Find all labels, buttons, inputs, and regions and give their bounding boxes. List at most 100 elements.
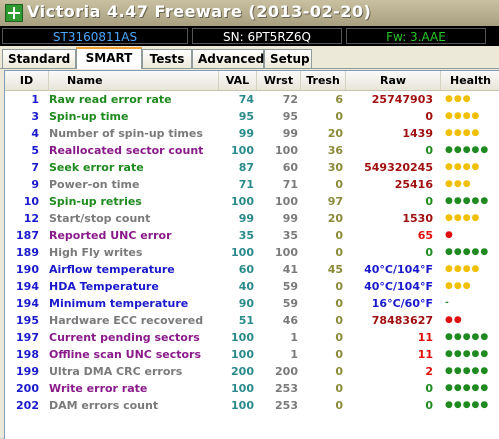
tab-setup[interactable]: Setup	[264, 49, 312, 68]
row-wrst: 72	[282, 93, 298, 106]
title-bar[interactable]: Victoria 4.47 Freeware (2013-02-20)	[0, 0, 499, 26]
row-id: 202	[16, 399, 39, 412]
row-id: 10	[23, 195, 39, 208]
row-id: 1	[31, 93, 39, 106]
table-row[interactable]: 5 Reallocated sector count 100 100 36 0 ●●●●●	[5, 142, 499, 159]
row-health: ●●●	[445, 281, 472, 291]
table-row[interactable]: 12 Start/stop count 99 99 20 1530 ●●●●	[5, 210, 499, 227]
row-name: Hardware ECC recovered	[49, 314, 204, 327]
row-wrst: 1	[290, 331, 298, 344]
row-id: 12	[23, 212, 39, 225]
table-row[interactable]: 3 Spin-up time 95 95 0 0 ●●●●	[5, 108, 499, 125]
header-name[interactable]: Name	[49, 71, 219, 90]
row-name: Reallocated sector count	[49, 144, 204, 157]
table-row[interactable]: 194 HDA Temperature 40 59 0 40°C/104°F ●●●	[5, 278, 499, 295]
window-title: Victoria 4.47 Freeware (2013-02-20)	[27, 2, 372, 21]
row-id: 187	[16, 229, 39, 242]
drive-model[interactable]: ST3160811AS	[2, 28, 188, 44]
row-val: 87	[238, 161, 254, 174]
row-wrst: 59	[282, 297, 298, 310]
row-wrst: 59	[282, 280, 298, 293]
header-val[interactable]: VAL	[219, 71, 257, 90]
table-row[interactable]: 202 DAM errors count 100 253 0 0 ●●●●●	[5, 397, 499, 414]
table-row[interactable]: 7 Seek error rate 87 60 30 549320245 ●●●●	[5, 159, 499, 176]
table-row[interactable]: 9 Power-on time 71 71 0 25416 ●●●	[5, 176, 499, 193]
app-window: Victoria 4.47 Freeware (2013-02-20) ST31…	[0, 0, 499, 439]
row-tresh: 0	[335, 314, 343, 327]
drive-serial: SN: 6PT5RZ6Q	[192, 28, 342, 44]
table-row[interactable]: 10 Spin-up retries 100 100 97 0 ●●●●●	[5, 193, 499, 210]
table-row[interactable]: 189 High Fly writes 100 100 0 0 ●●●●●	[5, 244, 499, 261]
row-name: Reported UNC error	[49, 229, 172, 242]
table-row[interactable]: 200 Write error rate 100 253 0 0 ●●●●●	[5, 380, 499, 397]
row-health: ●●●●●	[445, 247, 490, 257]
row-id: 5	[31, 144, 39, 157]
drive-firmware: Fw: 3.AAE	[346, 28, 486, 44]
table-row[interactable]: 198 Offline scan UNC sectors 100 1 0 11 ●●●●●	[5, 346, 499, 363]
tab-advanced[interactable]: Advanced	[192, 49, 264, 68]
row-tresh: 0	[335, 110, 343, 123]
app-plus-icon	[5, 4, 23, 22]
header-id[interactable]: ID	[5, 71, 49, 90]
row-wrst: 253	[275, 382, 298, 395]
table-row[interactable]: 195 Hardware ECC recovered 51 46 0 78483627 ●●	[5, 312, 499, 329]
row-id: 189	[16, 246, 39, 259]
row-tresh: 0	[335, 365, 343, 378]
row-name: Seek error rate	[49, 161, 144, 174]
table-row[interactable]: 197 Current pending sectors 100 1 0 11 ●●●●●	[5, 329, 499, 346]
row-health: ●●●●●	[445, 332, 490, 342]
table-row[interactable]: 190 Airflow temperature 60 41 45 40°C/104°F ●●…	[5, 261, 499, 278]
row-id: 199	[16, 365, 39, 378]
row-val: 60	[238, 263, 254, 276]
row-name: Start/stop count	[49, 212, 151, 225]
row-id: 4	[31, 127, 39, 140]
row-tresh: 0	[335, 280, 343, 293]
row-tresh: 0	[335, 331, 343, 344]
tab-smart[interactable]: SMART	[76, 47, 142, 69]
row-raw: 2	[425, 365, 433, 378]
row-name: High Fly writes	[49, 246, 143, 259]
row-name: Minimum temperature	[49, 297, 189, 310]
row-val: 71	[238, 178, 254, 191]
row-health: ●●●●●	[445, 400, 490, 410]
row-health: ●●●●	[445, 111, 481, 121]
header-health[interactable]: Health	[441, 71, 499, 90]
row-id: 195	[16, 314, 39, 327]
row-raw: 0	[425, 110, 433, 123]
row-tresh: 0	[335, 348, 343, 361]
header-wrst[interactable]: Wrst	[257, 71, 301, 90]
table-row[interactable]: 4 Number of spin-up times 99 99 20 1439 ●●●●	[5, 125, 499, 142]
row-tresh: 0	[335, 246, 343, 259]
row-val: 99	[238, 127, 254, 140]
row-raw: 549320245	[364, 161, 433, 174]
table-row[interactable]: 194 Minimum temperature 90 59 0 16°C/60°F -	[5, 295, 499, 312]
row-name: Ultra DMA CRC errors	[49, 365, 183, 378]
header-tresh[interactable]: Tresh	[301, 71, 346, 90]
header-raw[interactable]: Raw	[346, 71, 441, 90]
table-row[interactable]: 199 Ultra DMA CRC errors 200 200 0 2 ●●●●●	[5, 363, 499, 380]
table-row[interactable]: 1 Raw read error rate 74 72 6 25747903 ●●●	[5, 91, 499, 108]
row-health: -	[445, 298, 450, 308]
row-val: 100	[231, 399, 254, 412]
row-id: 194	[16, 297, 39, 310]
row-wrst: 60	[282, 161, 298, 174]
row-raw: 0	[425, 382, 433, 395]
row-wrst: 41	[282, 263, 298, 276]
row-tresh: 0	[335, 399, 343, 412]
row-raw: 1530	[402, 212, 433, 225]
table-row[interactable]: 187 Reported UNC error 35 35 0 65 ●	[5, 227, 499, 244]
table-header: ID Name VAL Wrst Tresh Raw Health	[5, 71, 499, 91]
row-val: 100	[231, 348, 254, 361]
tab-standard[interactable]: Standard	[2, 49, 76, 68]
row-val: 100	[231, 382, 254, 395]
row-name: Spin-up time	[49, 110, 129, 123]
smart-table[interactable]: ID Name VAL Wrst Tresh Raw Health 1 Raw r…	[4, 70, 499, 439]
row-tresh: 0	[335, 229, 343, 242]
row-health: ●●	[445, 315, 463, 325]
row-tresh: 0	[335, 297, 343, 310]
row-tresh: 6	[335, 93, 343, 106]
row-name: Current pending sectors	[49, 331, 200, 344]
tab-tests[interactable]: Tests	[142, 49, 192, 68]
drive-info-bar: ST3160811AS SN: 6PT5RZ6Q Fw: 3.AAE	[0, 26, 499, 46]
row-name: Power-on time	[49, 178, 140, 191]
